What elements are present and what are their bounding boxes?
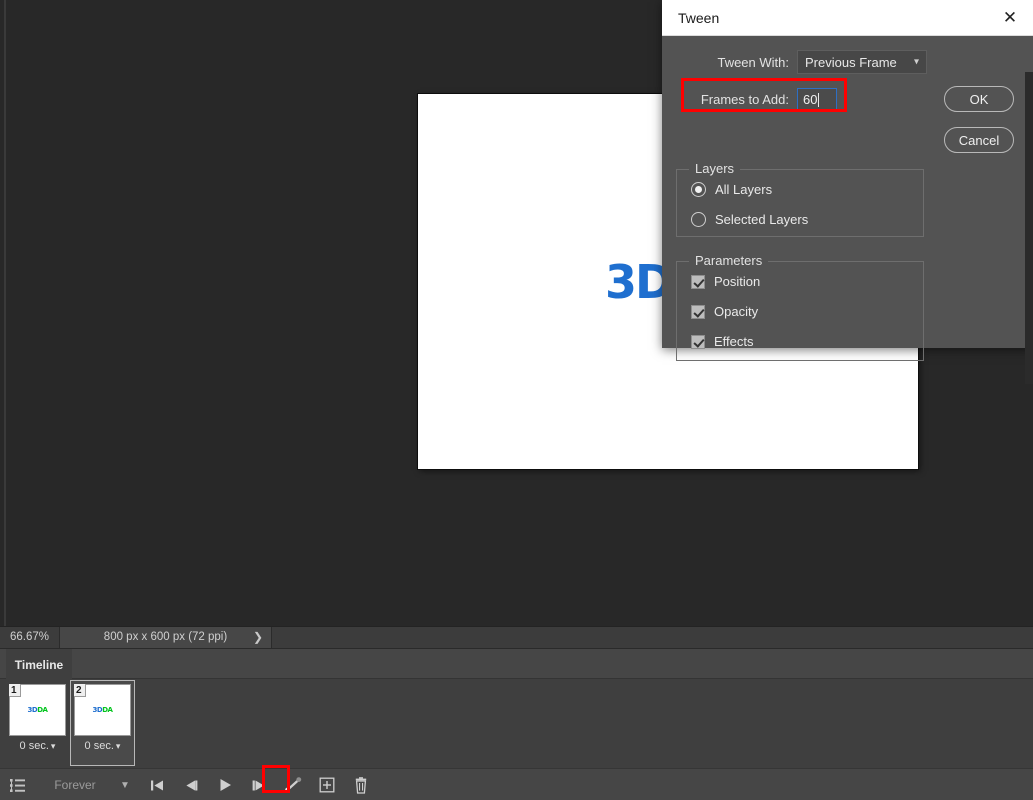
frame-delay-value: 0 sec. [19, 740, 49, 752]
frame-art-a: 3D [92, 705, 103, 714]
artwork-part-1: 3 [605, 254, 637, 309]
dialog-title-bar: Tween ✕ [662, 0, 1033, 36]
play-icon[interactable] [208, 770, 242, 800]
frame-thumbnail[interactable]: 3DDA 2 [74, 684, 131, 736]
loop-option-select[interactable]: Forever ▼ [38, 778, 138, 792]
chevron-right-icon[interactable]: ❯ [253, 627, 263, 648]
tween-with-select[interactable]: Previous Frame ▾ [797, 50, 927, 74]
tween-icon[interactable] [276, 770, 310, 800]
radio-selected-layers-label: Selected Layers [715, 212, 809, 227]
frames-to-add-value: 60 [803, 92, 818, 107]
radio-icon [691, 182, 706, 197]
frame-art-b: DA [37, 705, 48, 714]
tween-with-label: Tween With: [717, 54, 789, 70]
dialog-right-edge [1025, 72, 1033, 384]
timeline-frame-1[interactable]: 3DDA 1 0 sec. ▾ [5, 680, 70, 766]
radio-selected-layers[interactable]: Selected Layers [691, 212, 808, 227]
tween-with-value: Previous Frame [805, 54, 897, 70]
dialog-body: Tween With: Previous Frame ▾ Frames to A… [662, 36, 1033, 384]
frames-to-add-label: Frames to Add: [700, 92, 789, 107]
checkbox-position-label: Position [714, 274, 761, 289]
checkbox-icon [691, 274, 705, 289]
frame-thumbnail-artwork: 3DDA [92, 705, 113, 714]
layers-group-title: Layers [689, 161, 741, 176]
frame-delay-value: 0 sec. [84, 740, 114, 752]
chevron-down-icon: ▾ [913, 56, 919, 68]
checkbox-position[interactable]: Position [691, 274, 760, 289]
step-forward-icon[interactable] [242, 770, 276, 800]
zoom-level-field[interactable]: 66.67% [0, 627, 60, 648]
triangle-down-icon[interactable]: ▼ [112, 780, 138, 791]
radio-icon [691, 212, 706, 227]
chevron-down-icon: ▾ [115, 741, 121, 751]
frame-number: 2 [74, 684, 86, 697]
document-size-label: 800 px x 600 px (72 ppi) [103, 631, 228, 643]
frame-delay-selector[interactable]: 0 sec. ▾ [74, 740, 131, 752]
timeline-tab-bar: Timeline [0, 649, 1033, 680]
timeline-toolbar: Forever ▼ [0, 768, 1033, 800]
parameters-group-title: Parameters [689, 253, 769, 268]
loop-option-label: Forever [54, 778, 96, 792]
parameters-group: Parameters Position Opacity Effects [676, 253, 924, 361]
checkbox-effects[interactable]: Effects [691, 334, 754, 349]
checkbox-opacity[interactable]: Opacity [691, 304, 758, 319]
step-backward-icon[interactable] [174, 770, 208, 800]
frame-view-icon[interactable] [0, 770, 34, 800]
text-cursor [818, 92, 820, 107]
frame-art-b: DA [102, 705, 113, 714]
checkbox-icon [691, 334, 705, 349]
status-bar: 66.67% 800 px x 600 px (72 ppi) ❯ [0, 626, 1033, 648]
tween-with-row: Tween With: Previous Frame ▾ [662, 50, 1025, 74]
close-icon[interactable]: ✕ [987, 0, 1033, 36]
chevron-down-icon: ▾ [50, 741, 56, 751]
frame-thumbnail-artwork: 3DDA [27, 705, 48, 714]
checkbox-icon [691, 304, 705, 319]
radio-all-layers-label: All Layers [715, 182, 773, 197]
checkbox-effects-label: Effects [714, 334, 754, 349]
timeline-frame-2[interactable]: 3DDA 2 0 sec. ▾ [70, 680, 135, 766]
frame-delay-selector[interactable]: 0 sec. ▾ [9, 740, 66, 752]
tab-timeline[interactable]: Timeline [6, 649, 72, 680]
frames-to-add-input[interactable]: 60 [797, 88, 837, 111]
workspace-left-rail [4, 0, 6, 626]
radio-all-layers[interactable]: All Layers [691, 182, 772, 197]
trash-icon[interactable] [344, 770, 378, 800]
timeline-panel: Timeline 3DDA 1 0 sec.▾ 3DDA 2 0 sec.▾ [0, 648, 1033, 800]
tween-dialog: Tween ✕ Tween With: Previous Frame ▾ Fra… [662, 0, 1033, 384]
duplicate-frame-icon[interactable] [310, 770, 344, 800]
cancel-button[interactable]: Cancel [944, 127, 1014, 153]
skip-to-first-icon[interactable] [140, 770, 174, 800]
document-size-field[interactable]: 800 px x 600 px (72 ppi) ❯ [60, 627, 272, 648]
dialog-title: Tween [678, 9, 720, 26]
frame-number: 1 [9, 684, 21, 697]
layers-group: Layers All Layers Selected Layers [676, 161, 924, 237]
timeline-frames-strip: 3DDA 1 0 sec. ▾ 3DDA 2 0 sec. ▾ [0, 680, 1033, 768]
frame-art-a: 3D [27, 705, 38, 714]
ok-button[interactable]: OK [944, 86, 1014, 112]
checkbox-opacity-label: Opacity [714, 304, 759, 319]
frame-thumbnail[interactable]: 3DDA 1 [9, 684, 66, 736]
